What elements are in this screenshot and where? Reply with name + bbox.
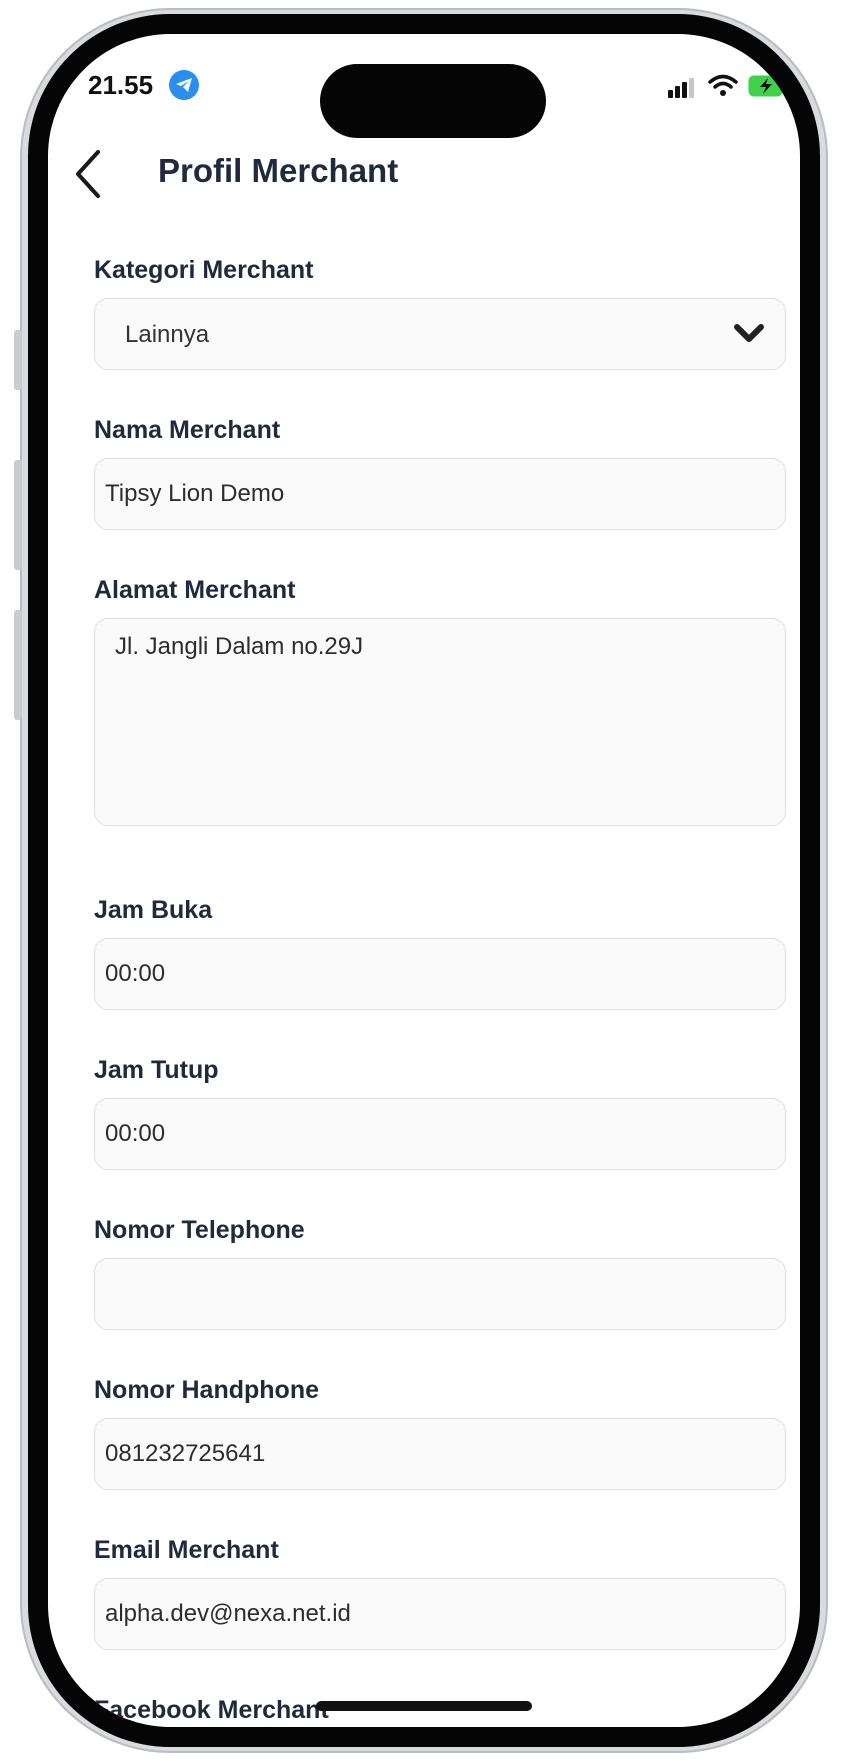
handphone-field[interactable] [94, 1418, 786, 1490]
nama-label: Nama Merchant [94, 416, 281, 444]
status-time: 21.55 [88, 70, 154, 100]
back-icon[interactable] [68, 144, 108, 204]
wifi-icon [708, 74, 738, 96]
jam-buka-field[interactable] [94, 938, 786, 1010]
signal-icon [668, 78, 694, 98]
kategori-label: Kategori Merchant [94, 256, 314, 284]
kategori-select[interactable]: Lainnya [94, 298, 786, 370]
kategori-value: Lainnya [125, 321, 210, 348]
chevron-down-icon [734, 324, 764, 342]
action-button [14, 330, 22, 390]
telephone-label: Nomor Telephone [94, 1216, 305, 1244]
volume-up-button [14, 460, 22, 570]
battery-icon [748, 75, 786, 97]
facebook-label: Facebook Merchant [94, 1696, 329, 1724]
alamat-field[interactable]: Jl. Jangli Dalam no.29J [94, 618, 786, 826]
jam-buka-label: Jam Buka [94, 896, 213, 924]
email-field[interactable] [94, 1578, 786, 1650]
jam-tutup-label: Jam Tutup [94, 1056, 219, 1084]
nama-field[interactable] [94, 458, 786, 530]
home-indicator[interactable] [316, 1701, 532, 1711]
handphone-label: Nomor Handphone [94, 1376, 319, 1404]
dynamic-island [320, 64, 546, 138]
page-title: Profil Merchant [158, 152, 399, 189]
alamat-label: Alamat Merchant [94, 576, 296, 604]
volume-down-button [14, 610, 22, 720]
screen: 21.55 Profil Merchant Kategori Merchant … [48, 34, 800, 1727]
telephone-field[interactable] [94, 1258, 786, 1330]
jam-tutup-field[interactable] [94, 1098, 786, 1170]
telegram-icon [169, 70, 199, 100]
email-label: Email Merchant [94, 1536, 279, 1564]
